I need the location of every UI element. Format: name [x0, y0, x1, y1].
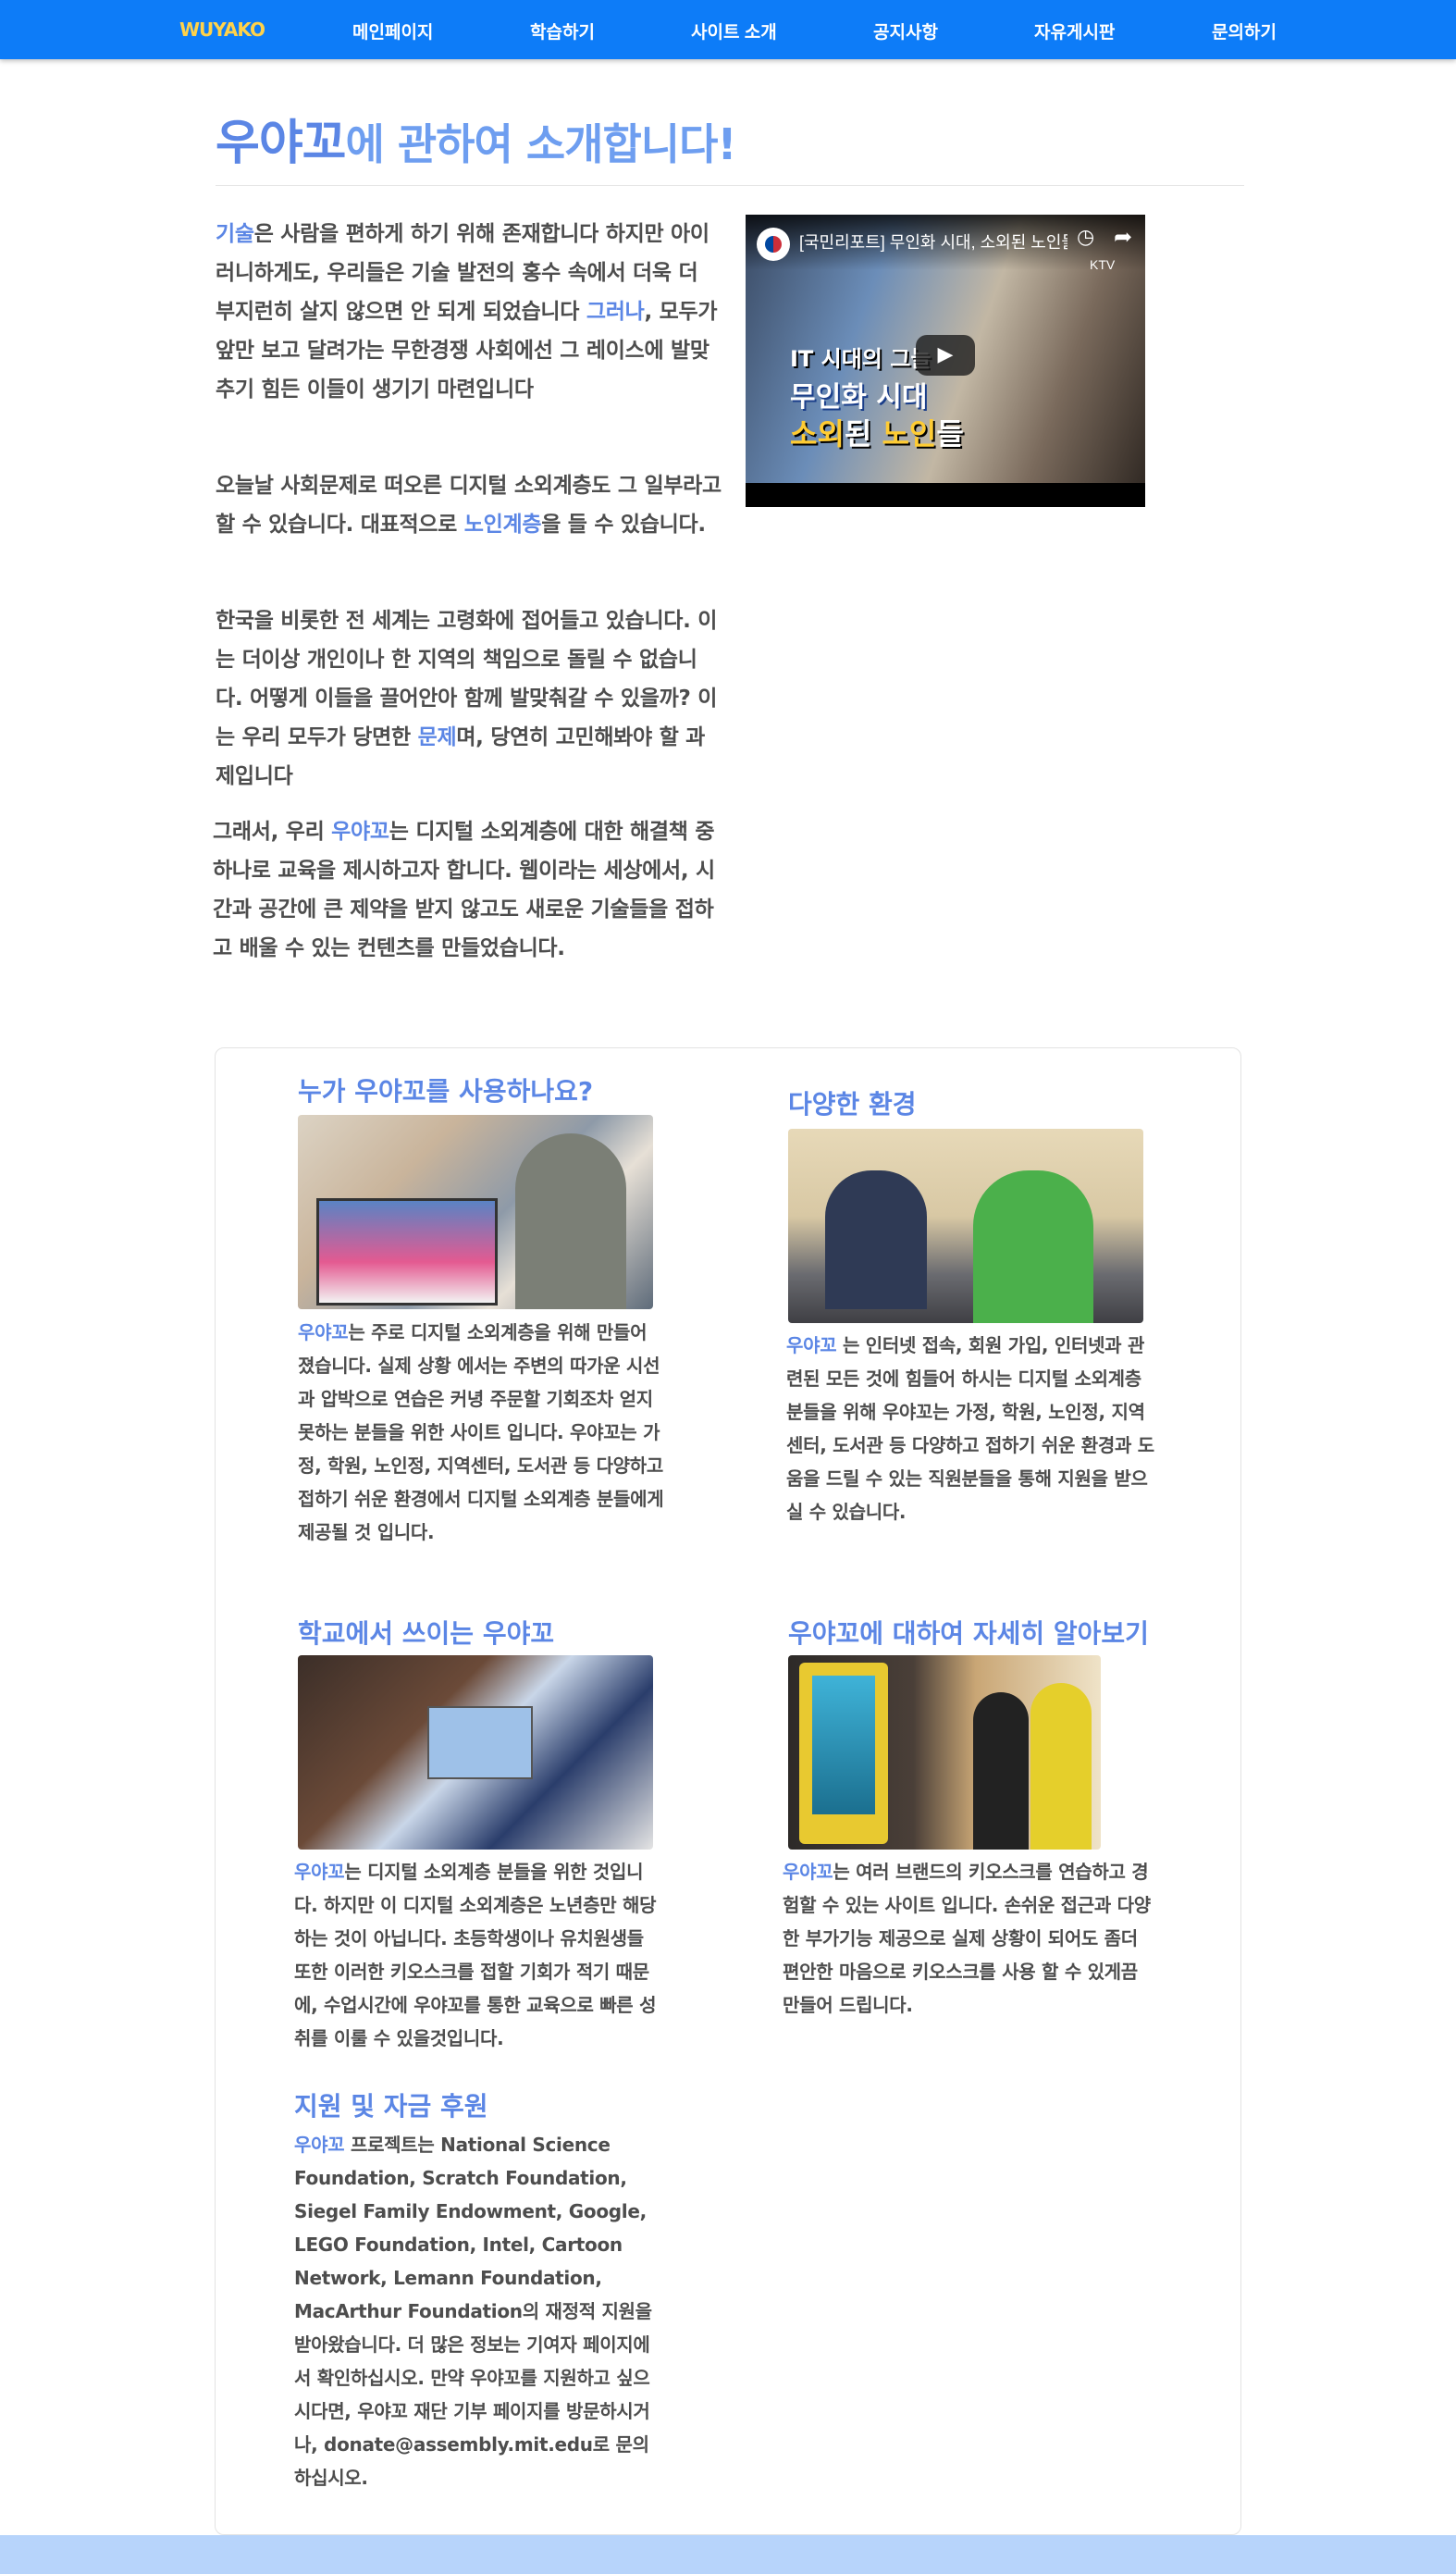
body-text: 는 인터넷 접속, 회원 가입, 인터넷과 관련된 모든 것에 힘들어 하시는 … — [786, 1334, 1154, 1523]
section-text-env: 우야꼬 는 인터넷 접속, 회원 가입, 인터넷과 관련된 모든 것에 힘들어 … — [786, 1329, 1156, 1528]
brand-text: 우야꼬 — [786, 1334, 837, 1356]
footer-bar — [0, 2535, 1456, 2574]
photo-senior-computer — [298, 1115, 653, 1309]
highlight-text: 문제 — [417, 725, 457, 749]
nav-item-learn[interactable]: 학습하기 — [530, 19, 595, 43]
photo-kiosk-users — [788, 1655, 1101, 1850]
monitor-illustration — [316, 1198, 498, 1306]
body-text: 는 여러 브랜드의 키오스크를 연습하고 경험할 수 있는 사이트 입니다. 손… — [783, 1861, 1151, 2016]
section-text-support: 우야꼬 프로젝트는 National Science Foundation, S… — [294, 2128, 664, 2494]
person-illustration — [1030, 1683, 1092, 1850]
section-heading-school: 학교에서 쓰이는 우야꼬 — [298, 1618, 555, 1649]
video-letterbox — [746, 483, 1145, 507]
tablet-illustration — [427, 1706, 533, 1779]
nav-item-about[interactable]: 사이트 소개 — [691, 19, 777, 43]
section-heading-support: 지원 및 자금 후원 — [294, 2091, 488, 2122]
play-icon[interactable]: ▶ — [916, 335, 975, 376]
video-caption-1: IT 시대의 그늘 — [790, 346, 932, 372]
brand-text: 우야꼬 — [783, 1861, 833, 1883]
title-divider — [216, 185, 1244, 186]
section-heading-env: 다양한 환경 — [788, 1089, 917, 1120]
page-title-rest: 에 관하여 소개합니다! — [345, 119, 737, 169]
video-caption-3: 소외된 노인들 — [790, 416, 964, 452]
body-text: 그래서, 우리 — [213, 820, 332, 844]
highlight-text: 우야꼬 — [331, 820, 389, 844]
clock-icon[interactable]: ◷ — [1077, 226, 1094, 249]
person-illustration — [973, 1170, 1093, 1323]
channel-logo-icon[interactable] — [757, 228, 790, 261]
nav-item-notice[interactable]: 공지사항 — [873, 19, 938, 43]
person-illustration — [825, 1170, 927, 1309]
brand-text: 우야꼬 — [294, 2134, 345, 2156]
person-illustration — [515, 1133, 626, 1309]
body-text: 는 디지털 소외계층 분들을 위한 것입니다. 하지만 이 디지털 소외계층은 … — [294, 1861, 657, 2049]
section-heading-more: 우야꼬에 대하여 자세히 알아보기 — [788, 1618, 1149, 1649]
site-logo[interactable]: WUYAKO — [179, 19, 265, 41]
top-navbar: WUYAKO 메인페이지 학습하기 사이트 소개 공지사항 자유게시판 문의하기 — [0, 0, 1456, 59]
body-text: 프로젝트는 National Science Foundation, Scrat… — [294, 2134, 652, 2489]
section-text-more: 우야꼬는 여러 브랜드의 키오스크를 연습하고 경험할 수 있는 사이트 입니다… — [783, 1855, 1153, 2022]
video-caption-2: 무인화 시대 — [790, 381, 928, 414]
photo-various-environments — [788, 1129, 1143, 1323]
video-channel: KTV — [1090, 257, 1116, 272]
video-title[interactable]: [국민리포트] 무인화 시대, 소외된 노인들 — [799, 229, 1067, 254]
brand-text: 우야꼬 — [298, 1321, 349, 1343]
nav-item-contact[interactable]: 문의하기 — [1212, 19, 1277, 43]
brand-text: 우야꼬 — [294, 1861, 345, 1883]
section-heading-who: 누가 우야꼬를 사용하나요? — [298, 1076, 594, 1107]
nav-item-board[interactable]: 자유게시판 — [1034, 19, 1115, 43]
person-illustration — [973, 1692, 1029, 1850]
intro-paragraph-2: 오늘날 사회문제로 떠오른 디지털 소외계층도 그 일부라고 할 수 있습니다.… — [216, 466, 722, 544]
body-text: 는 주로 디지털 소외계층을 위해 만들어 졌습니다. 실제 상황 에서는 주변… — [298, 1321, 664, 1543]
page-title-highlight: 우야꼬 — [216, 116, 347, 171]
video-player[interactable]: [국민리포트] 무인화 시대, 소외된 노인들 ◷ ➦ KTV IT 시대의 그… — [746, 215, 1145, 507]
kiosk-illustration — [799, 1663, 888, 1844]
section-text-school: 우야꼬는 디지털 소외계층 분들을 위한 것입니다. 하지만 이 디지털 소외계… — [294, 1855, 664, 2055]
intro-paragraph-4: 그래서, 우리 우야꼬는 디지털 소외계층에 대한 해결책 중 하나로 교육을 … — [213, 812, 720, 968]
highlight-text: 그러나 — [586, 300, 645, 324]
highlight-text: 노인계층 — [463, 513, 542, 537]
page-title: 우야꼬에 관하여 소개합니다! — [216, 104, 737, 173]
section-text-who: 우야꼬는 주로 디지털 소외계층을 위해 만들어 졌습니다. 실제 상황 에서는… — [298, 1316, 668, 1549]
photo-school-students — [298, 1655, 653, 1850]
body-text: 을 들 수 있습니다. — [541, 513, 706, 537]
intro-paragraph-3: 한국을 비롯한 전 세계는 고령화에 접어들고 있습니다. 이는 더이상 개인이… — [216, 601, 722, 796]
intro-paragraph-1: 기술은 사람을 편하게 하기 위해 존재합니다 하지만 아이러니하게도, 우리들… — [216, 215, 722, 409]
nav-item-main[interactable]: 메인페이지 — [352, 19, 433, 43]
highlight-text: 기술 — [216, 222, 254, 246]
share-icon[interactable]: ➦ — [1114, 224, 1132, 250]
